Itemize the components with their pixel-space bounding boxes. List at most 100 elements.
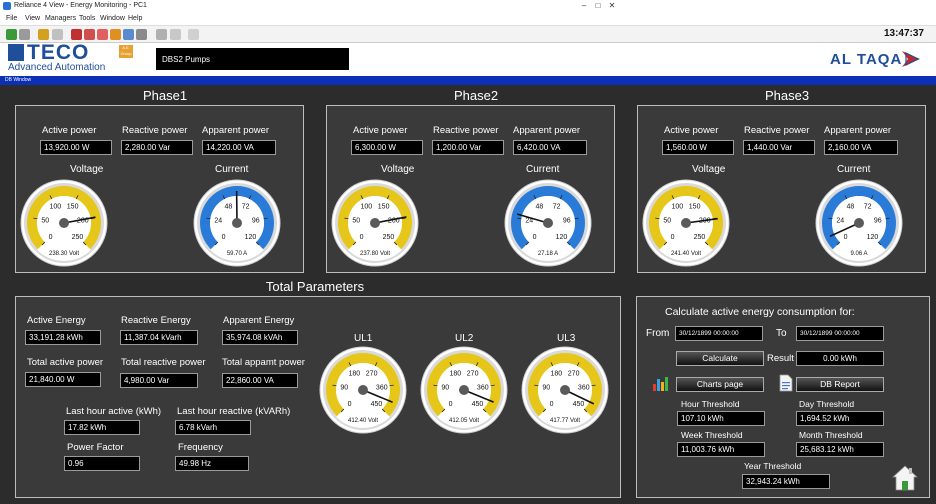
help-icon[interactable] — [188, 29, 199, 40]
window-titlebar: Reliance 4 View - Energy Monitoring - PC… — [0, 0, 936, 13]
total-active-power-label: Total active power — [27, 357, 104, 368]
phase-1-title: Phase1 — [142, 88, 188, 103]
total-apparent-power-value: 22,860.00 VA — [222, 373, 298, 388]
minimize-icon[interactable]: – — [578, 0, 590, 11]
db-report-button[interactable]: DB Report — [796, 377, 884, 392]
phase-1-current-tick-label-2: 48 — [224, 204, 232, 211]
phase-3-voltage-label: Voltage — [692, 164, 726, 175]
result-value: 0.00 kWh — [796, 351, 884, 366]
print-icon[interactable] — [156, 29, 167, 40]
recipe-icon[interactable] — [136, 29, 147, 40]
phase-2-voltage-tick-label-1: 50 — [352, 218, 360, 225]
phase-1-current-hub — [232, 218, 242, 228]
ul1-label: UL1 — [354, 333, 373, 344]
total-active-power-value: 21,840.00 W — [25, 372, 101, 387]
phase-3-voltage-tick-label-3: 150 — [689, 204, 701, 211]
user-icon[interactable] — [52, 29, 63, 40]
phase-2-voltage-gauge: 0 50 100 150 200 250 237.80 Volt — [331, 179, 419, 272]
ul3-tick-label-4: 360 — [578, 385, 590, 392]
phase-2-current-tick-label-0: 0 — [533, 234, 537, 241]
day-threshold-label: Day Threshold — [799, 399, 855, 409]
month-threshold-label: Month Threshold — [799, 430, 863, 440]
start-icon[interactable] — [6, 29, 17, 40]
phase-2-current-readout: 27.18 A — [538, 251, 558, 257]
phase-1-current-readout: 59.70 A — [227, 251, 247, 257]
phase-2-current-hub — [543, 218, 553, 228]
menu-view[interactable]: View — [25, 15, 40, 22]
bar-chart-icon[interactable] — [652, 374, 672, 392]
total-reactive-power-value: 4,980.00 Var — [120, 373, 198, 388]
ul1-hub — [358, 385, 368, 395]
ul1-tick-label-2: 180 — [349, 371, 361, 378]
total-reactive-power-label: Total reactive power — [121, 357, 206, 368]
from-date-input[interactable]: 30/12/1899 00:00:00 — [675, 326, 763, 341]
edit-icon[interactable] — [170, 29, 181, 40]
phase-1-current-tick-label-4: 96 — [252, 218, 260, 225]
phase-1-voltage-hub — [59, 218, 69, 228]
stop-icon[interactable] — [19, 29, 30, 40]
ul3-readout: 417.77 Volt — [550, 418, 580, 424]
phase-3-voltage-tick-label-5: 250 — [694, 234, 706, 241]
phase-3-current-tick-label-3: 72 — [864, 204, 872, 211]
active-energy-label: Active Energy — [27, 315, 86, 326]
charts-page-button[interactable]: Charts page — [676, 377, 764, 392]
phase-3-title: Phase3 — [764, 88, 810, 103]
teco-subtitle: Advanced Automation — [8, 62, 106, 73]
trend-icon[interactable] — [110, 29, 121, 40]
phase-2-voltage-tick-label-5: 250 — [383, 234, 395, 241]
ul2-label: UL2 — [455, 333, 474, 344]
result-label: Result — [767, 353, 794, 364]
menu-tools[interactable]: Tools — [79, 15, 95, 22]
phase-1-active-power-label: Active power — [42, 125, 97, 136]
phase-2-voltage-tick-label-3: 150 — [378, 204, 390, 211]
phase-3-current-label: Current — [837, 164, 871, 175]
phase-3-current-tick-label-1: 24 — [836, 218, 844, 225]
last-hour-active-value: 17.82 kWh — [64, 420, 140, 435]
report-icon[interactable] — [123, 29, 134, 40]
report-document-icon[interactable] — [778, 374, 794, 392]
phase-1-apparent-power-label: Apparent power — [202, 125, 270, 136]
phase-2-apparent-power-label: Apparent power — [513, 125, 581, 136]
frequency-value: 49.98 Hz — [175, 456, 249, 471]
teco-logo-mark — [8, 44, 24, 61]
power-factor-label: Power Factor — [67, 442, 124, 453]
menu-managers[interactable]: Managers — [45, 15, 76, 22]
total-apparent-power-label: Total appamt power — [222, 357, 305, 368]
phase-3-reactive-power-value: 1,440.00 Var — [743, 140, 815, 155]
partner-logo: AL TAQA — [830, 51, 903, 68]
phase-2-reactive-power-label: Reactive power — [433, 125, 499, 136]
phase-1-current-tick-label-1: 24 — [214, 218, 222, 225]
ul1-gauge: 0 90 180 270 360 450 412.40 Volt — [319, 346, 407, 439]
phase-2-active-power-label: Active power — [353, 125, 408, 136]
phase-2-current-tick-label-4: 96 — [563, 218, 571, 225]
close-icon[interactable]: ✕ — [606, 0, 618, 11]
home-icon[interactable] — [892, 464, 918, 492]
clock: 13:47:37 — [883, 28, 924, 39]
menu-file[interactable]: File — [6, 15, 17, 22]
phase-2-voltage-tick-label-0: 0 — [360, 234, 364, 241]
phase-3-voltage-gauge: 050100150200250241.40 Volt — [642, 179, 730, 272]
last-hour-reactive-value: 6.78 kVarh — [175, 420, 251, 435]
ul1-tick-label-5: 450 — [371, 401, 383, 408]
phase-3-current-tick-label-2: 48 — [846, 204, 854, 211]
menu-help[interactable]: Help — [128, 15, 142, 22]
ul1-tick-label-3: 270 — [366, 371, 378, 378]
phase-3-active-power-value: 1,560.00 W — [662, 140, 734, 155]
frequency-label: Frequency — [178, 442, 223, 453]
calculate-button[interactable]: Calculate — [676, 351, 764, 366]
app-icon — [3, 2, 11, 10]
menu-window[interactable]: Window — [100, 15, 125, 22]
phase-1-voltage-tick-label-3: 150 — [67, 204, 79, 211]
to-date-input[interactable]: 30/12/1899 00:00:00 — [796, 326, 884, 341]
power-factor-value: 0.96 — [64, 456, 140, 471]
ul3-hub — [560, 385, 570, 395]
alarm-list-icon[interactable] — [84, 29, 95, 40]
phase-3-current-tick-label-4: 96 — [874, 218, 882, 225]
maximize-icon[interactable]: □ — [592, 0, 604, 11]
alarm-ack-icon[interactable] — [97, 29, 108, 40]
apparent-energy-value: 35,974.08 kVAh — [222, 330, 298, 345]
users-icon[interactable] — [38, 29, 49, 40]
apparent-energy-label: Apparent Energy — [223, 315, 295, 326]
phase-3-voltage-tick-label-2: 100 — [672, 204, 684, 211]
alarm-icon[interactable] — [71, 29, 82, 40]
